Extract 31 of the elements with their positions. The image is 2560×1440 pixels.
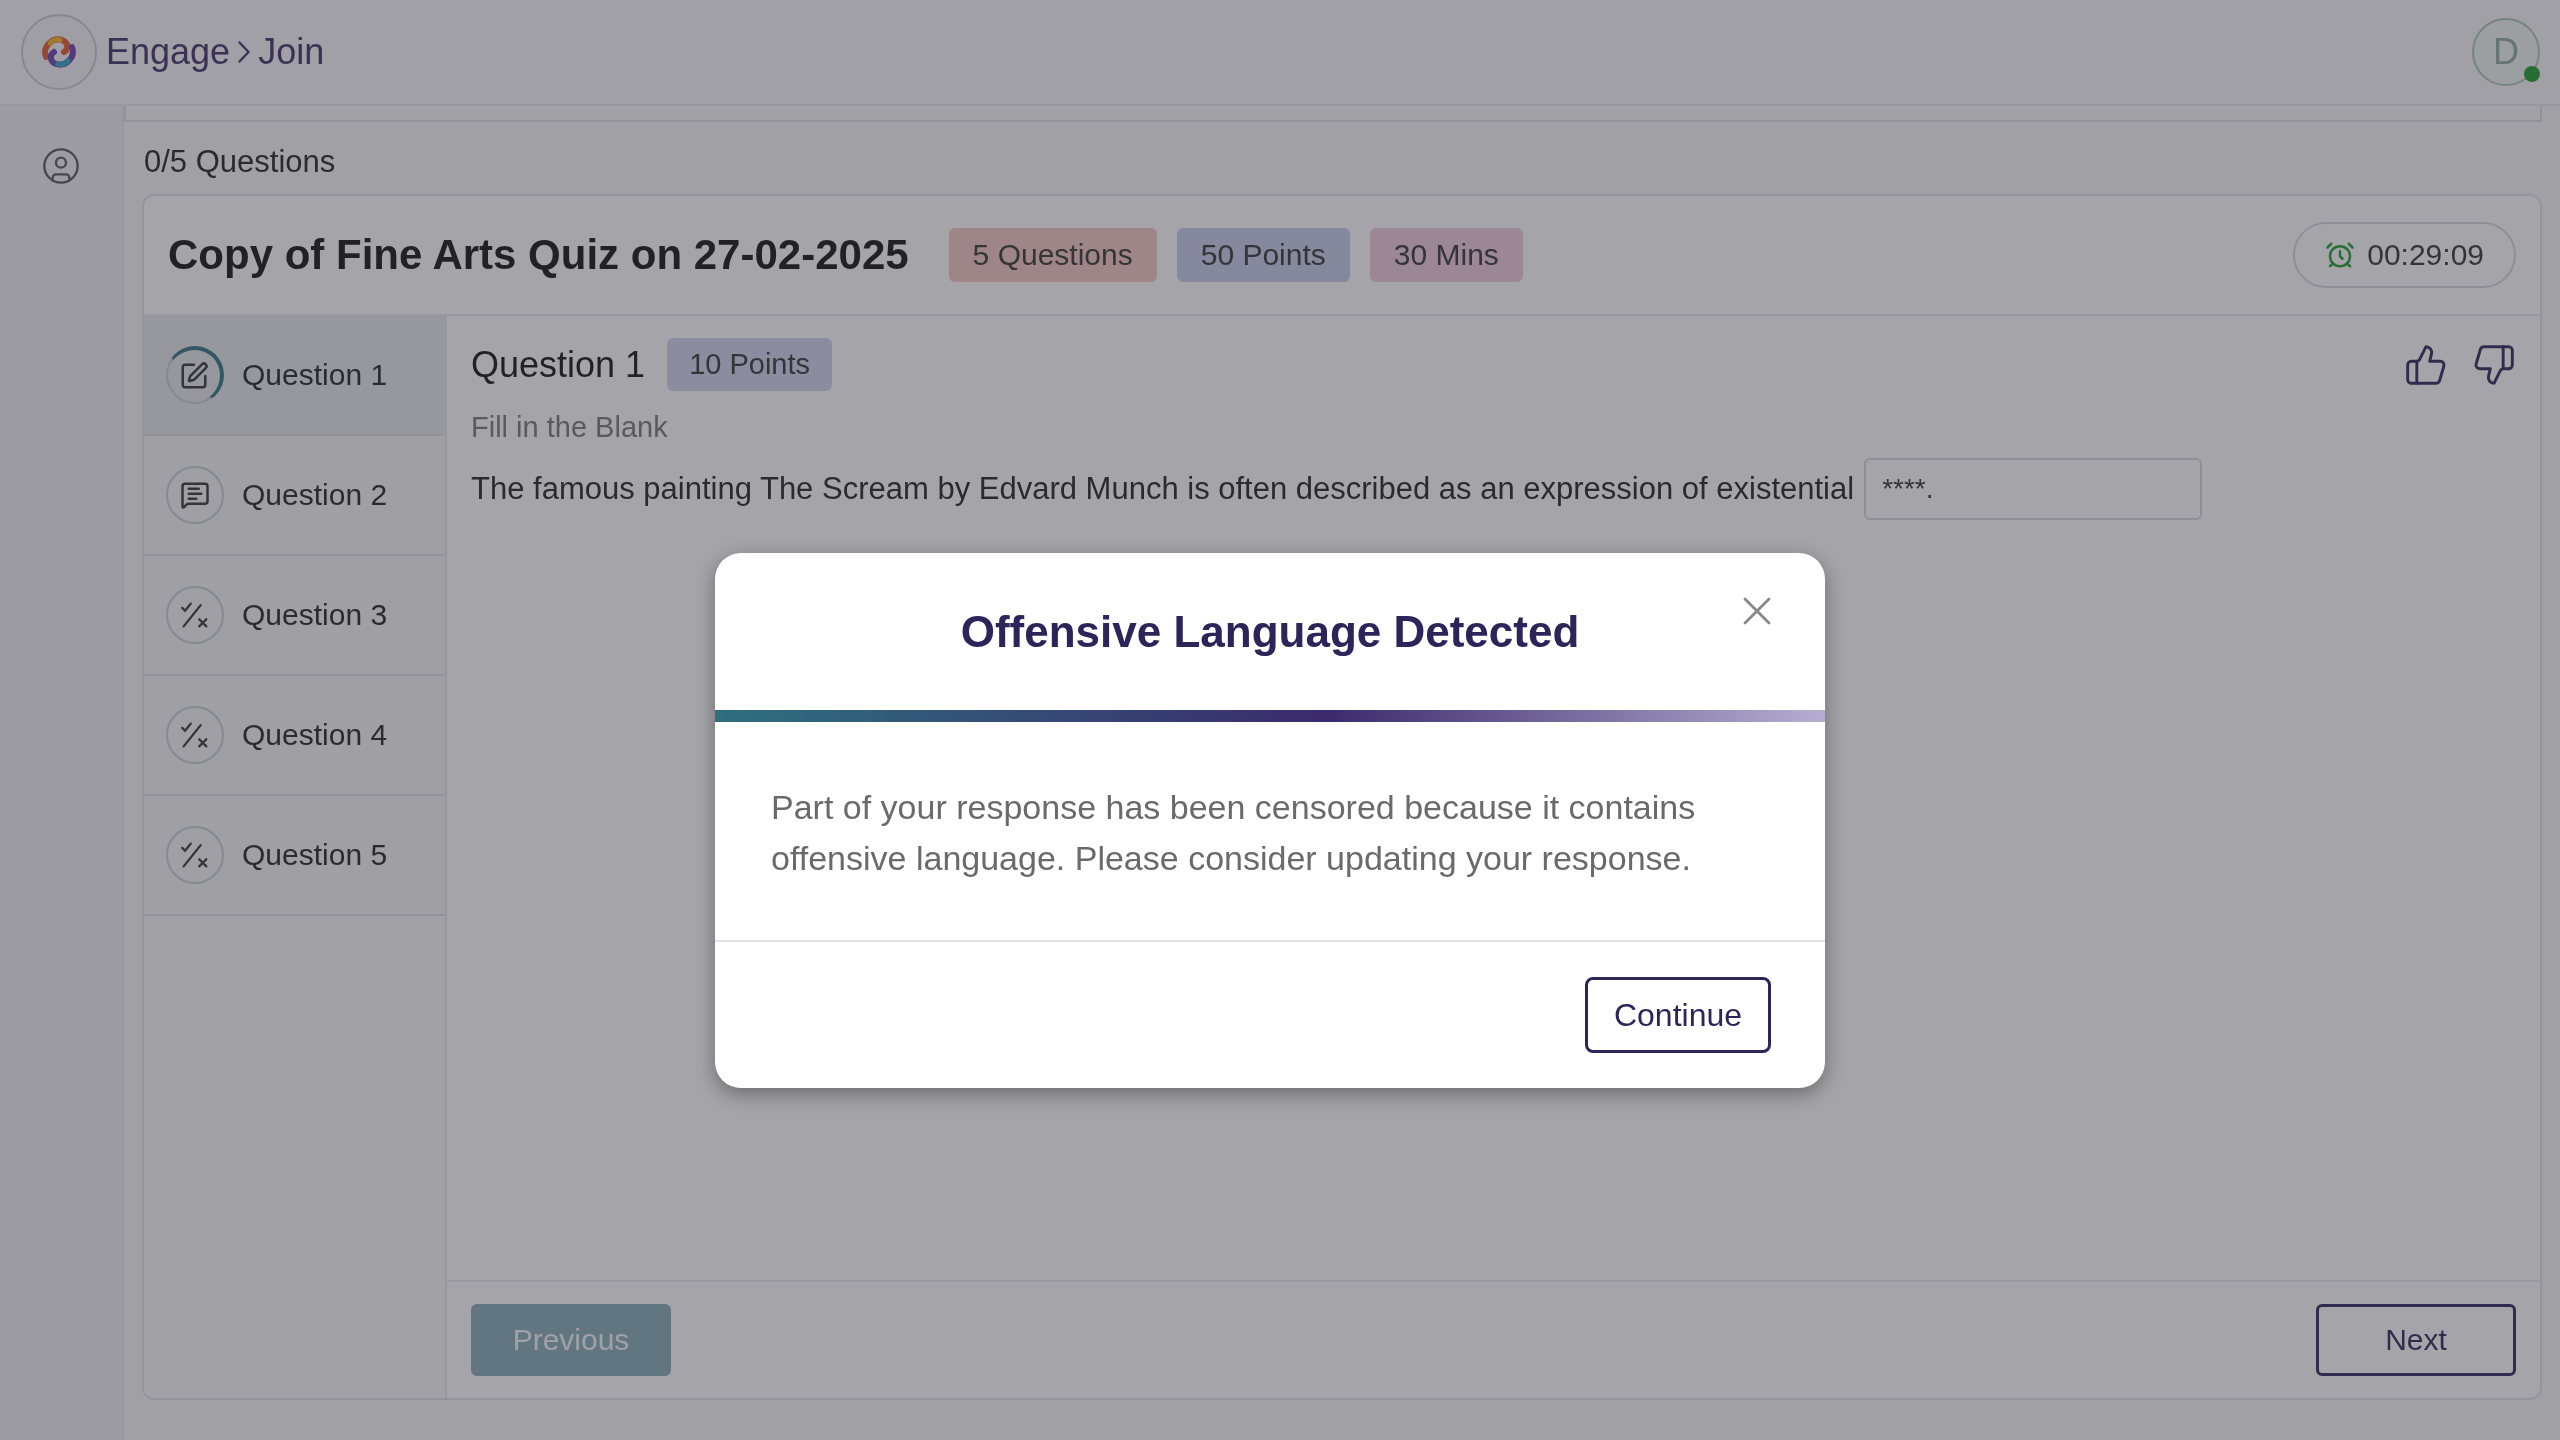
info-tag: 30 Mins bbox=[1369, 228, 1523, 282]
alarm-clock-icon bbox=[2325, 240, 2356, 270]
dialog-message: Part of your response has been censored because it contains offensive language. Please consider updating your response. bbox=[770, 787, 1697, 879]
question-label: Question 4 bbox=[242, 718, 388, 752]
app-logo[interactable] bbox=[20, 13, 98, 91]
answer-field[interactable]: ****. bbox=[1864, 458, 2203, 520]
question-label: Question 3 bbox=[242, 598, 388, 632]
question-label: Question 5 bbox=[242, 838, 388, 872]
info-tag: 50 Points bbox=[1176, 228, 1350, 282]
thumbs-down-icon[interactable] bbox=[2472, 342, 2516, 387]
quiz-title: Copy of Fine Arts Quiz on 27-02-2025 bbox=[168, 231, 909, 279]
question-label: Question 1 bbox=[242, 358, 388, 392]
chevron-right-icon bbox=[238, 41, 251, 63]
breadcrumb-link[interactable]: Join bbox=[258, 31, 325, 73]
question-label: Question 2 bbox=[242, 478, 388, 512]
points-tag: 10 Points bbox=[667, 338, 833, 391]
progress-label: 0/5 Questions bbox=[143, 143, 337, 181]
continue-button[interactable]: Continue bbox=[1585, 977, 1771, 1053]
question-message-icon bbox=[180, 480, 210, 510]
edit-icon bbox=[179, 361, 209, 391]
timer-text: 00:29:09 bbox=[2367, 238, 2484, 272]
question-text: The famous painting The Scream by Edvard Munch is often described as an expression of existential bbox=[471, 471, 1855, 507]
question-title: Question 1 bbox=[471, 343, 646, 386]
dialog-title: Offensive Language Detected bbox=[960, 606, 1580, 657]
info-tag: 5 Questions bbox=[948, 228, 1157, 282]
question-type: Fill in the Blank bbox=[471, 411, 669, 444]
question-nav-item[interactable]: Question 1 bbox=[144, 316, 445, 436]
user-profile-icon[interactable] bbox=[41, 146, 81, 186]
thumbs-up-icon[interactable] bbox=[2404, 342, 2448, 387]
breadcrumb-link[interactable]: Engage bbox=[106, 31, 231, 73]
next-button[interactable]: Next bbox=[2316, 1304, 2516, 1376]
